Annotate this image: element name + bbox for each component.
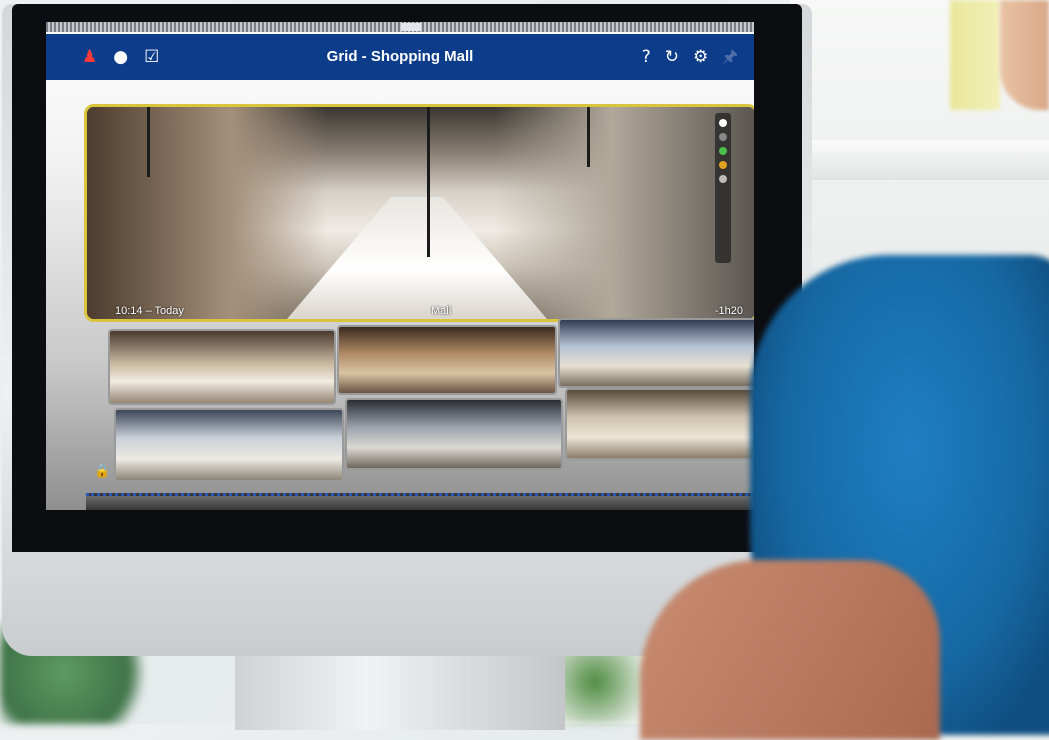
control-dot[interactable] — [719, 133, 727, 141]
bottom-dock[interactable] — [86, 493, 754, 510]
camera-offset-label: -1h20 — [714, 305, 743, 317]
control-dot[interactable] — [719, 147, 727, 155]
mall-left-storefronts — [87, 107, 327, 319]
window-title-strip[interactable] — [46, 22, 754, 32]
background-object — [950, 0, 1000, 110]
foreground-person-arm — [640, 560, 940, 740]
background-shelf — [800, 140, 1049, 180]
camera-thumbnail[interactable] — [345, 398, 563, 470]
control-dot[interactable] — [719, 161, 727, 169]
help-icon[interactable]: ? — [642, 48, 651, 66]
refresh-icon[interactable]: ↻ — [665, 48, 679, 66]
app-header: ♟ ● ☑ Grid - Shopping Mall ? ↻ ⚙ 🖈 — [46, 34, 754, 80]
lamp-post — [427, 107, 430, 257]
camera-name-label: Mall — [431, 305, 452, 317]
camera-thumbnail[interactable] — [108, 329, 336, 405]
control-dot[interactable] — [719, 119, 727, 127]
screen: ♟ ● ☑ Grid - Shopping Mall ? ↻ ⚙ 🖈 10:14… — [46, 22, 754, 510]
control-dot[interactable] — [719, 175, 727, 183]
header-right-icons: ? ↻ ⚙ 🖈 — [642, 34, 738, 80]
camera-thumbnail[interactable] — [558, 318, 754, 388]
camera-time-label: 10:14 – Today — [115, 305, 184, 317]
lamp-post — [587, 107, 590, 167]
window-drag-handle[interactable] — [401, 23, 421, 31]
camera-thumbnail[interactable] — [337, 325, 557, 395]
pin-icon[interactable]: 🖈 — [722, 48, 738, 66]
lamp-post — [147, 107, 150, 177]
background-person-head — [1000, 0, 1049, 110]
lock-icon[interactable]: 🔒 — [94, 464, 110, 479]
settings-icon[interactable]: ⚙ — [693, 48, 708, 66]
main-camera-view[interactable]: 10:14 – Today Mall -1h20 — [84, 104, 754, 322]
camera-control-bar[interactable] — [715, 113, 731, 263]
camera-thumbnail[interactable] — [565, 388, 754, 460]
camera-thumbnail[interactable] — [114, 408, 344, 482]
